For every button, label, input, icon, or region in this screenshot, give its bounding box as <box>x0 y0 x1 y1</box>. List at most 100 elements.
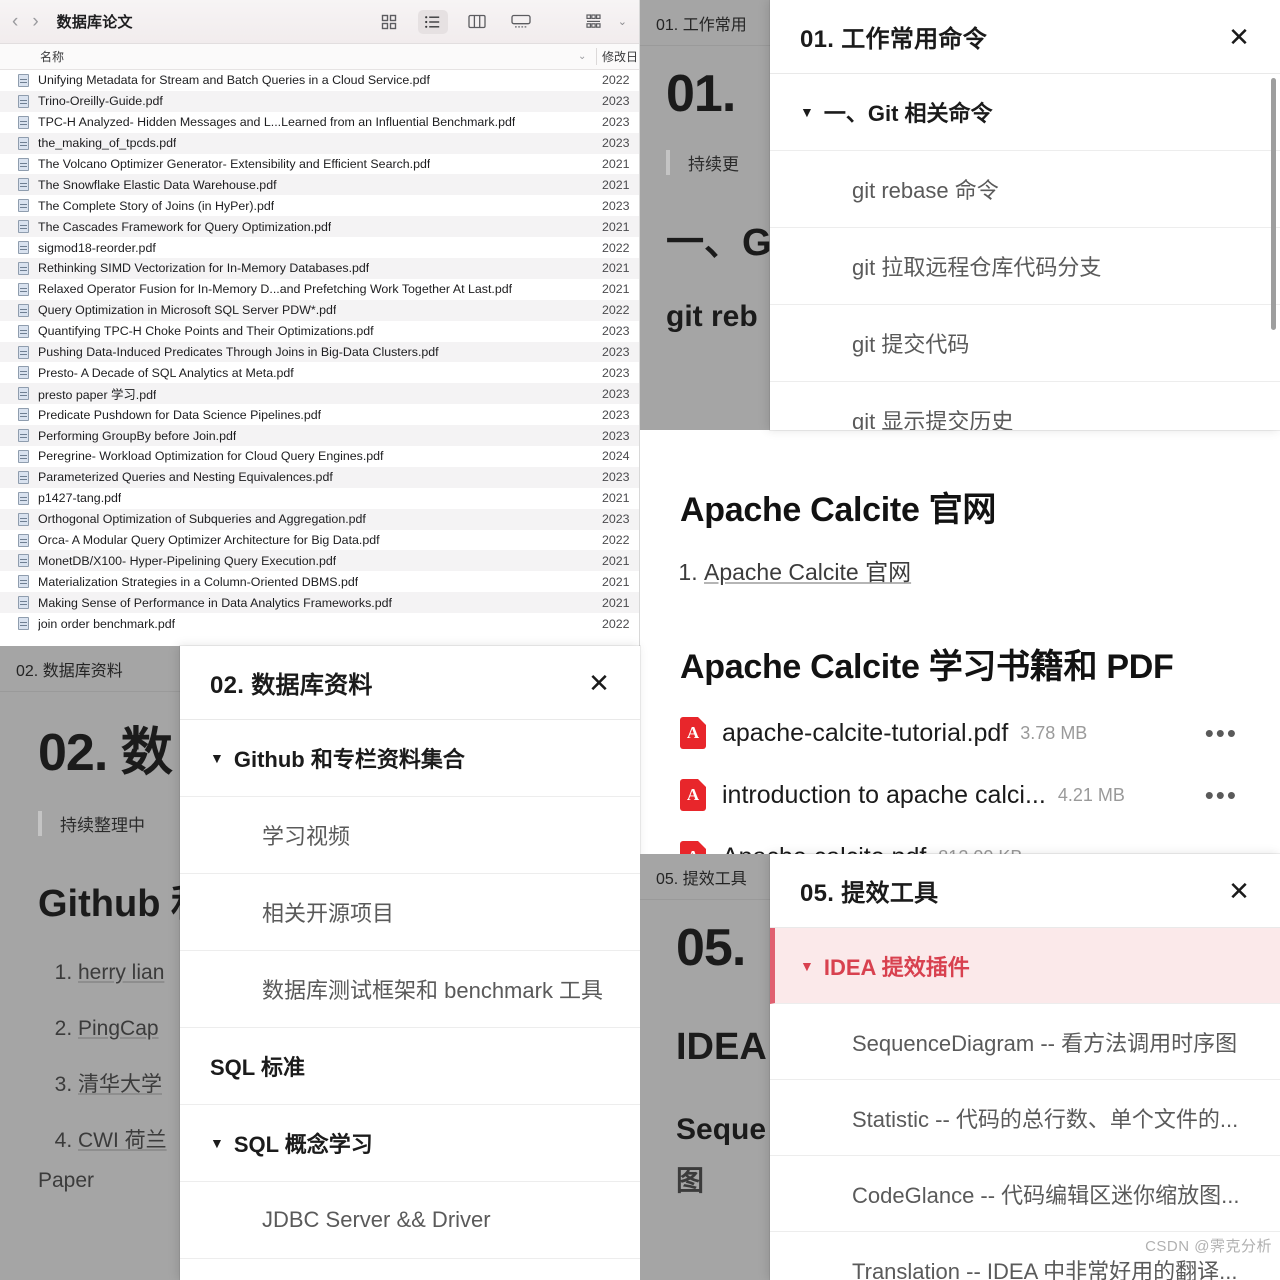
file-modified-date: 2023 <box>602 115 630 130</box>
list-view-button[interactable] <box>417 9 448 34</box>
outline-item[interactable]: ▼ IDEA 提效插件 <box>770 928 1280 1004</box>
table-row[interactable]: Trino-Oreilly-Guide.pdf 2023 <box>0 90 639 112</box>
file-modified-date: 2022 <box>602 533 630 548</box>
file-modified-date: 2023 <box>602 136 630 151</box>
outline-item[interactable]: 相关开源项目 <box>180 874 640 951</box>
pdf-attachment-row[interactable]: Aintroduction to apache calci... 4.21 MB •… <box>680 764 1280 826</box>
outline-item[interactable]: CodeGlance -- 代码编辑区迷你缩放图... <box>770 1156 1280 1232</box>
icon-view-button[interactable] <box>374 10 404 34</box>
finder-file-list[interactable]: Unifying Metadata for Stream and Batch Q… <box>0 70 639 634</box>
list-item[interactable]: 清华大学 <box>78 1057 162 1113</box>
table-row[interactable]: Materialization Strategies in a Column-O… <box>0 571 639 592</box>
outline-item[interactable]: ▼ SQL 概念学习 <box>180 1105 640 1182</box>
outline-item[interactable]: 学习视频 <box>180 797 640 874</box>
table-row[interactable]: The Volcano Optimizer Generator- Extensi… <box>0 154 639 175</box>
outline-item[interactable]: git 提交代码 <box>770 305 1280 382</box>
table-row[interactable]: The Snowflake Elastic Data Warehouse.pdf… <box>0 174 639 196</box>
close-icon[interactable]: ✕ <box>1222 20 1256 54</box>
column-view-button[interactable] <box>462 10 492 34</box>
outline-item[interactable]: git rebase 命令 <box>770 151 1280 228</box>
list-item[interactable]: herry lian <box>78 945 164 1001</box>
file-name: Quantifying TPC-H Choke Points and Their… <box>38 324 374 339</box>
sort-chevron-icon[interactable]: ⌄ <box>578 51 586 62</box>
pdf-attachment-row[interactable]: Aapache-calcite-tutorial.pdf 3.78 MB ••• <box>680 702 1280 764</box>
table-row[interactable]: Rethinking SIMD Vectorization for In-Mem… <box>0 258 639 279</box>
forward-icon[interactable]: › <box>32 12 38 31</box>
table-row[interactable]: TPC-H Analyzed- Hidden Messages and L...… <box>0 112 639 133</box>
panel-item-list-05[interactable]: ▼ IDEA 提效插件 SequenceDiagram -- 看方法调用时序图 Sta… <box>770 928 1280 1280</box>
panel-scrollbar-01[interactable] <box>1271 78 1276 330</box>
list-item[interactable]: Apache Calcite 官网 <box>704 553 1280 587</box>
list-item[interactable]: PingCap <box>78 1001 159 1057</box>
table-row[interactable]: Orthogonal Optimization of Subqueries an… <box>0 508 639 530</box>
outline-item[interactable]: git 拉取远程仓库代码分支 <box>770 228 1280 305</box>
outline-item[interactable]: ▼ 一、Git 相关命令 <box>770 74 1280 151</box>
close-icon[interactable]: ✕ <box>582 666 616 700</box>
doc-quote-02: 持续整理中 <box>38 811 158 836</box>
file-modified-date: 2021 <box>602 574 630 589</box>
doc-heading-05: 05. <box>676 919 746 977</box>
panel-item-list-02[interactable]: ▼ Github 和专栏资料集合 学习视频 相关开源项目 数据库测试框架和 benchm… <box>180 720 640 1259</box>
outline-item[interactable]: Statistic -- 代码的总行数、单个文件的... <box>770 1080 1280 1156</box>
list-item[interactable]: CWI 荷兰 <box>78 1113 167 1169</box>
doc-tab-05[interactable]: 05. 提效工具 <box>640 854 770 900</box>
pdf-file-icon <box>18 366 29 380</box>
file-modified-date: 2022 <box>602 73 630 88</box>
table-row[interactable]: join order benchmark.pdf 2022 <box>0 613 639 634</box>
table-row[interactable]: Relaxed Operator Fusion for In-Memory D.… <box>0 279 639 300</box>
outline-item[interactable]: SequenceDiagram -- 看方法调用时序图 <box>770 1004 1280 1080</box>
pdf-file-icon <box>18 596 29 610</box>
table-row[interactable]: Performing GroupBy before Join.pdf 2023 <box>0 425 639 447</box>
gallery-view-button[interactable] <box>506 10 536 34</box>
document-background-02: 02. 数据库资料 02. 数 持续整理中 Github 和 herry lia… <box>0 646 180 1280</box>
doc-tail-02: Paper <box>38 1169 95 1192</box>
table-row[interactable]: Making Sense of Performance in Data Anal… <box>0 592 639 614</box>
more-options-icon[interactable]: ••• <box>1205 781 1238 808</box>
table-row[interactable]: Parameterized Queries and Nesting Equiva… <box>0 466 639 488</box>
file-modified-date: 2021 <box>602 553 630 568</box>
table-row[interactable]: Query Optimization in Microsoft SQL Serv… <box>0 299 639 321</box>
outline-item[interactable]: git 显示提交历史 <box>770 382 1280 430</box>
file-name: Orthogonal Optimization of Subqueries an… <box>38 512 366 527</box>
table-row[interactable]: Orca- A Modular Query Optimizer Architec… <box>0 530 639 551</box>
outline-item[interactable]: JDBC Server && Driver <box>180 1182 640 1259</box>
doc-tab-02[interactable]: 02. 数据库资料 <box>0 646 180 692</box>
table-row[interactable]: MonetDB/X100- Hyper-Pipelining Query Exe… <box>0 550 639 572</box>
file-name: MonetDB/X100- Hyper-Pipelining Query Exe… <box>38 553 337 568</box>
outline-item[interactable]: ▼ Github 和专栏资料集合 <box>180 720 640 797</box>
panel-item-list-01[interactable]: ▼ 一、Git 相关命令 git rebase 命令 git 拉取远程仓库代码分支 gi… <box>770 74 1280 430</box>
outline-item-label: SQL 概念学习 <box>233 1132 373 1157</box>
table-row[interactable]: Pushing Data-Induced Predicates Through … <box>0 341 639 363</box>
table-row[interactable]: Unifying Metadata for Stream and Batch Q… <box>0 70 639 91</box>
table-row[interactable]: Predicate Pushdown for Data Science Pipe… <box>0 404 639 425</box>
table-row[interactable]: The Complete Story of Joins (in HyPer).p… <box>0 195 639 216</box>
table-row[interactable]: presto paper 学习.pdf 2023 <box>0 383 639 405</box>
more-options-icon[interactable]: ••• <box>1205 719 1238 746</box>
column-header-modified[interactable]: 修改日 <box>602 48 638 65</box>
calcite-site-link[interactable]: Apache Calcite 官网 <box>704 559 911 585</box>
file-modified-date: 2023 <box>602 365 630 380</box>
caret-down-icon[interactable]: ▼ <box>800 958 814 974</box>
close-icon[interactable]: ✕ <box>1222 874 1256 908</box>
caret-down-icon[interactable]: ▼ <box>210 1135 224 1151</box>
chevron-down-icon[interactable]: ⌄ <box>618 15 627 28</box>
group-by-button[interactable] <box>580 10 610 34</box>
table-row[interactable]: The Cascades Framework for Query Optimiz… <box>0 216 639 238</box>
table-row[interactable]: Quantifying TPC-H Choke Points and Their… <box>0 321 639 342</box>
table-row[interactable]: Presto- A Decade of SQL Analytics at Met… <box>0 362 639 383</box>
outline-item[interactable]: Translation -- IDEA 中非常好用的翻译... <box>770 1232 1280 1280</box>
file-name: the_making_of_tpcds.pdf <box>38 136 177 151</box>
table-row[interactable]: p1427-tang.pdf 2021 <box>0 488 639 509</box>
column-header-name[interactable]: 名称 <box>0 48 64 65</box>
back-icon[interactable]: ‹ <box>12 12 18 31</box>
file-name: Pushing Data-Induced Predicates Through … <box>38 345 439 360</box>
table-row[interactable]: the_making_of_tpcds.pdf 2023 <box>0 132 639 154</box>
table-row[interactable]: sigmod18-reorder.pdf 2022 <box>0 237 639 258</box>
doc-tab-01[interactable]: 01. 工作常用 <box>640 0 770 46</box>
outline-item[interactable]: SQL 标准 <box>180 1028 640 1105</box>
outline-item[interactable]: 数据库测试框架和 benchmark 工具 <box>180 951 640 1028</box>
outline-panel-01: 01. 工作常用命令 ✕ ▼ 一、Git 相关命令 git rebase 命令 git… <box>770 0 1280 430</box>
caret-down-icon[interactable]: ▼ <box>210 750 224 766</box>
caret-down-icon[interactable]: ▼ <box>800 104 814 120</box>
table-row[interactable]: Peregrine- Workload Optimization for Clo… <box>0 446 639 467</box>
